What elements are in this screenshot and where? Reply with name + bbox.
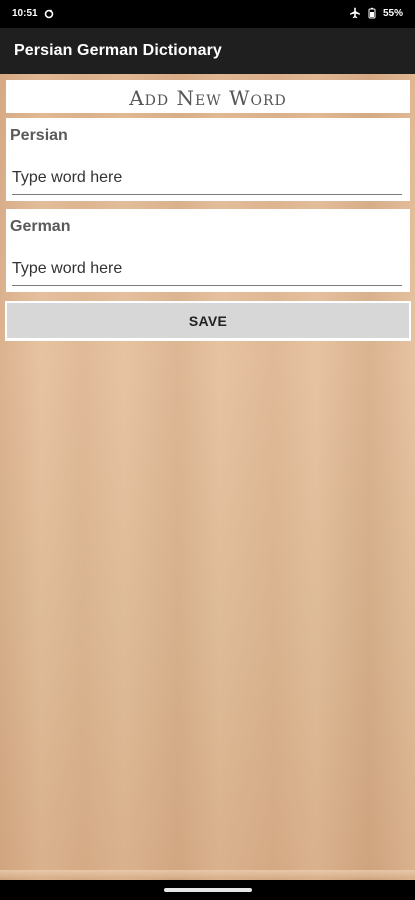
status-bar: 10:51 55% [0, 0, 415, 28]
status-right: 55% [349, 7, 403, 19]
persian-field-card: Persian [6, 118, 410, 201]
persian-input[interactable] [12, 165, 402, 195]
app-title: Persian German Dictionary [14, 42, 222, 59]
german-input[interactable] [12, 256, 402, 286]
sync-icon [44, 9, 54, 19]
app-bar: Persian German Dictionary [0, 28, 415, 74]
bottom-shelf-edge [0, 870, 415, 878]
german-field-card: German [6, 209, 410, 292]
airplane-mode-icon [349, 7, 361, 19]
add-word-header-card: Add New Word [6, 80, 410, 113]
persian-label: Persian [10, 127, 68, 144]
german-label: German [10, 218, 71, 235]
navigation-bar [0, 880, 415, 900]
battery-icon [368, 7, 376, 19]
status-time: 10:51 [12, 8, 38, 19]
page-title: Add New Word [129, 86, 287, 110]
battery-percentage: 55% [382, 7, 403, 19]
status-left: 10:51 [12, 8, 54, 19]
home-indicator[interactable] [164, 888, 252, 892]
save-button-container: SAVE [5, 301, 411, 341]
save-button[interactable]: SAVE [7, 303, 409, 338]
